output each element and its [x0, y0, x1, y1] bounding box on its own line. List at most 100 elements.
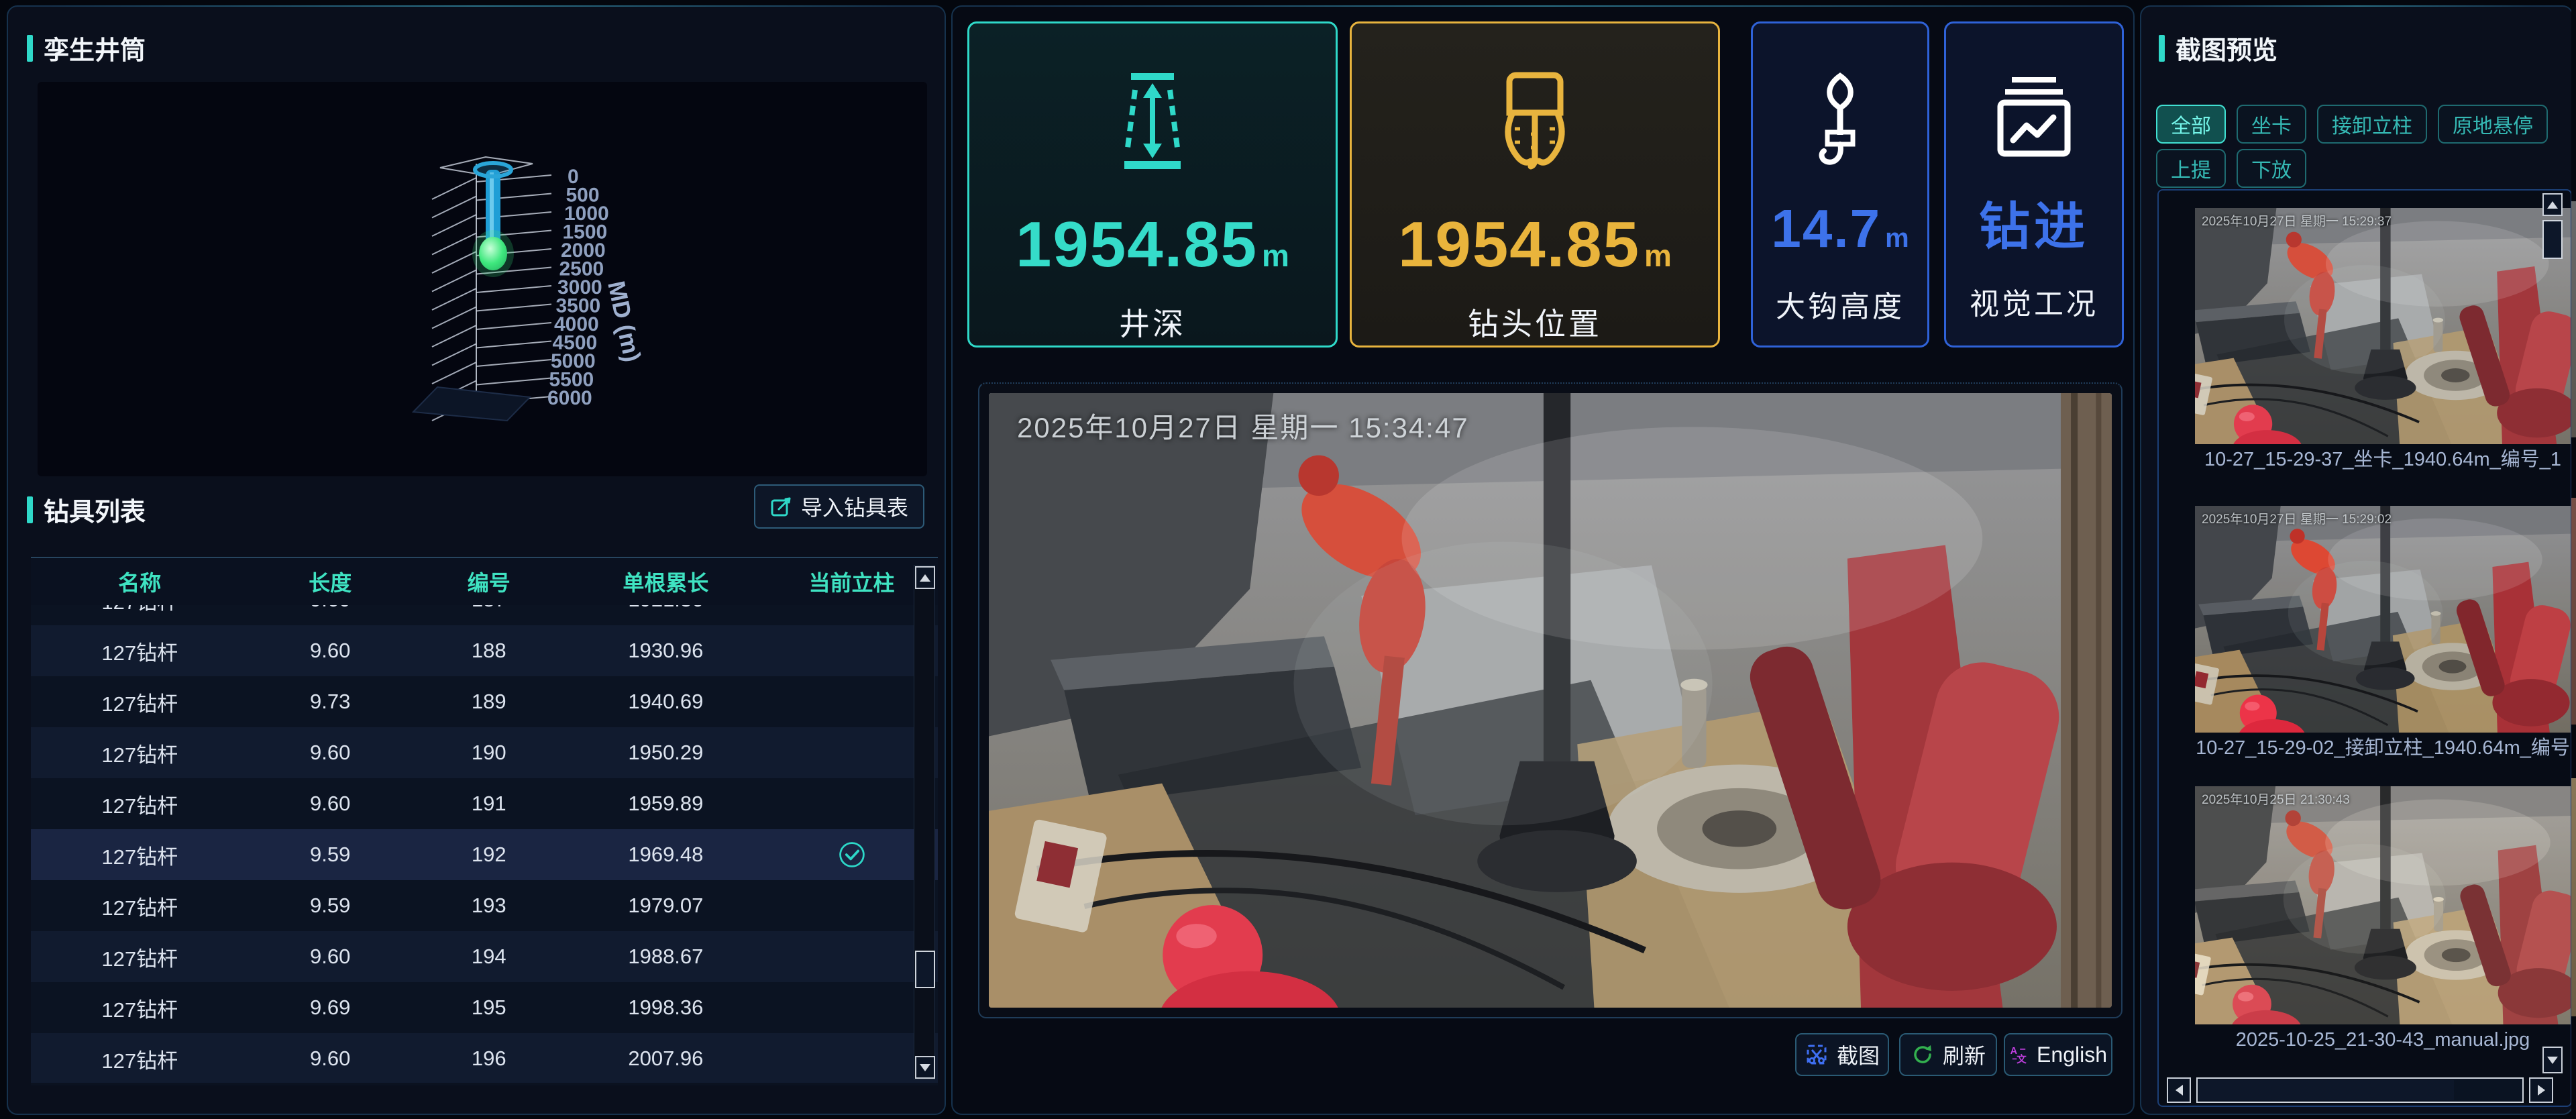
table-row[interactable]: 127钻杆 9.60 194 1988.67 — [31, 931, 938, 982]
screenshot-thumbnail[interactable]: 2025年10月25日 21:30:43 2025-10-25_21-30-43… — [2195, 786, 2571, 1055]
rig-floor-scene — [2195, 506, 2571, 733]
cell-name: 127钻杆 — [31, 605, 248, 615]
thumbnail-image: 2025年10月27日 星期一 15:29:37 — [2195, 208, 2571, 444]
cell-number: 193 — [412, 894, 566, 918]
hook-height-value: 14.7m — [1771, 202, 1909, 256]
gallery-hscrollbar-thumb[interactable] — [2199, 1080, 2454, 1100]
import-tool-table-button[interactable]: 导入钻具表 — [754, 484, 924, 529]
cell-number: 187 — [412, 605, 566, 612]
cell-cumulative: 1969.48 — [566, 843, 765, 867]
gallery-scroll-up-button[interactable] — [2542, 193, 2563, 216]
table-row[interactable]: 127钻杆 9.60 187 1921.36 — [31, 605, 938, 625]
monitor-chart-icon — [1984, 70, 2084, 171]
drill-string-graphic — [472, 163, 514, 277]
rig-floor-scene — [2195, 208, 2571, 444]
screenshot-icon — [1805, 1043, 1829, 1067]
cell-cumulative: 1988.67 — [566, 945, 765, 969]
table-row[interactable]: 127钻杆 9.60 191 1959.89 — [31, 778, 938, 829]
cell-length: 9.60 — [248, 639, 411, 663]
table-row[interactable]: 127钻杆 9.60 196 2007.96 — [31, 1033, 938, 1083]
monitoring-panel: 1954.85m 井深 1954.85m 钻头位置 — [951, 5, 2135, 1115]
table-scroll-up-button[interactable] — [915, 566, 935, 589]
drill-tool-table: 名称长度编号单根累长当前立柱 127钻杆 9.60 187 1921.36 12… — [31, 557, 938, 1085]
cell-name: 127钻杆 — [31, 840, 248, 870]
cell-number: 195 — [412, 996, 566, 1020]
filter-chip[interactable]: 全部 — [2156, 105, 2226, 144]
cell-cumulative: 1930.96 — [566, 639, 765, 663]
gallery-scroll-right-button[interactable] — [2529, 1077, 2553, 1103]
filter-chip[interactable]: 下放 — [2237, 149, 2306, 188]
filter-chip[interactable]: 上提 — [2156, 149, 2226, 188]
cell-length: 9.69 — [248, 996, 411, 1020]
table-scrollbar-thumb[interactable] — [915, 951, 935, 988]
filter-chip[interactable]: 原地悬停 — [2438, 105, 2548, 144]
condition-value: 钻进 — [1979, 202, 2089, 253]
cell-name: 127钻杆 — [31, 738, 248, 768]
twin-wellbore-panel: 孪生井筒 05001000150020002500300035004000450… — [7, 5, 946, 1115]
arrow-up-icon — [920, 574, 930, 582]
visual-condition-card[interactable]: 钻进 视觉工况 — [1944, 21, 2124, 348]
cell-name: 127钻杆 — [31, 789, 248, 819]
cell-length: 9.60 — [248, 741, 411, 765]
language-toggle-button[interactable]: A 文 English — [2004, 1033, 2112, 1076]
gallery-scrollbar-thumb[interactable] — [2542, 220, 2563, 259]
gallery-scroll-down-button[interactable] — [2542, 1047, 2563, 1073]
live-video-panel: 2025年10月27日 星期一 15:34:47 — [978, 382, 2123, 1018]
table-row[interactable]: 127钻杆 9.60 190 1950.29 — [31, 727, 938, 778]
gallery-scroll-left-button[interactable] — [2167, 1077, 2191, 1103]
bit-position-value: 1954.85m — [1398, 213, 1672, 277]
thumbnail-timestamp-overlay: 2025年10月25日 21:30:43 — [2202, 790, 2350, 808]
refresh-button-label: 刷新 — [1943, 1039, 1986, 1070]
preview-panel-title: 截图预览 — [2159, 30, 2277, 66]
table-row[interactable]: 127钻杆 9.59 193 1979.07 — [31, 880, 938, 931]
screenshot-preview-panel: 截图预览 全部坐卡接卸立柱原地悬停 上提下放 2025年10月27日 星期一 1… — [2140, 5, 2573, 1115]
import-button-label: 导入钻具表 — [801, 491, 908, 522]
filter-chip-row-2: 上提下放 — [2156, 149, 2306, 188]
cell-cumulative: 1998.36 — [566, 996, 765, 1020]
hook-height-card: 14.7m 大钩高度 — [1751, 21, 1929, 348]
cell-number: 191 — [412, 792, 566, 816]
cell-cumulative: 1959.89 — [566, 792, 765, 816]
translate-icon: A 文 — [2009, 1043, 2029, 1067]
cell-name: 127钻杆 — [31, 636, 248, 666]
screenshot-button-label: 截图 — [1837, 1039, 1880, 1070]
thumbnail-timestamp-overlay: 2025年10月27日 星期一 15:29:37 — [2202, 211, 2392, 229]
table-header-row: 名称长度编号单根累长当前立柱 — [31, 558, 938, 605]
video-timestamp-overlay: 2025年10月27日 星期一 15:34:47 — [1017, 405, 1469, 446]
cell-cumulative: 2007.96 — [566, 1047, 765, 1071]
table-row[interactable]: 127钻杆 9.69 195 1998.36 — [31, 982, 938, 1033]
table-row[interactable]: 127钻杆 9.60 188 1930.96 — [31, 625, 938, 676]
filter-chip[interactable]: 接卸立柱 — [2317, 105, 2427, 144]
well-depth-value: 1954.85m — [1016, 213, 1289, 277]
table-header-cell: 当前立柱 — [765, 566, 938, 597]
cell-length: 9.73 — [248, 690, 411, 714]
screenshot-button[interactable]: 截图 — [1795, 1033, 1889, 1076]
filter-chip[interactable]: 坐卡 — [2237, 105, 2306, 144]
arrow-left-icon — [2176, 1085, 2183, 1096]
table-row[interactable]: 127钻杆 9.73 189 1940.69 — [31, 676, 938, 727]
cell-name: 127钻杆 — [31, 993, 248, 1023]
bit-position-marker — [479, 237, 507, 270]
wellbore-3d-view[interactable]: 0500100015002000250030003500400045005000… — [38, 82, 927, 476]
gallery-hscrollbar[interactable] — [2196, 1077, 2524, 1103]
cell-number: 190 — [412, 741, 566, 765]
condition-label: 视觉工况 — [1970, 280, 2098, 323]
screenshot-thumbnail[interactable]: 2025年10月27日 星期一 15:29:37 10-27_15-29-37_… — [2195, 208, 2571, 475]
refresh-button[interactable]: 刷新 — [1899, 1033, 1997, 1076]
svg-text:文: 文 — [2017, 1053, 2027, 1065]
screenshot-thumbnail[interactable]: 2025年10月27日 星期一 15:29:02 10-27_15-29-02_… — [2195, 506, 2571, 763]
table-header-cell: 单根累长 — [566, 566, 765, 597]
cell-name: 127钻杆 — [31, 942, 248, 972]
cell-cumulative: 1921.36 — [566, 605, 765, 612]
title-accent-bar — [27, 35, 33, 62]
gallery-scrollbar-track[interactable] — [2542, 193, 2563, 1073]
table-scrollbar-track[interactable] — [914, 565, 935, 1080]
table-row[interactable]: 127钻杆 9.59 192 1969.48 — [31, 829, 938, 880]
depth-tick-label: 6000 — [547, 387, 592, 409]
cell-length: 9.60 — [248, 605, 411, 612]
arrow-up-icon — [2547, 201, 2558, 209]
cell-name: 127钻杆 — [31, 1044, 248, 1074]
arrow-down-icon — [920, 1064, 930, 1071]
table-scroll-down-button[interactable] — [915, 1056, 935, 1079]
tool-list-title-text: 钻具列表 — [44, 491, 146, 528]
